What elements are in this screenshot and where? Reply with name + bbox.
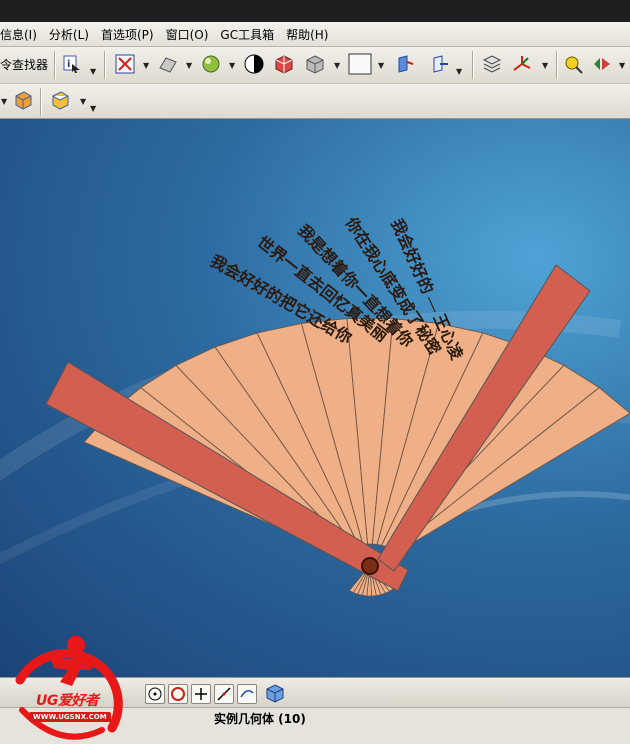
menu-bar: 信息(I) 分析(L) 首选项(P) 窗口(O) GC工具箱 帮助(H)	[0, 22, 630, 47]
clip-plane-icon[interactable]	[430, 54, 450, 74]
selection-arrows-icon[interactable]	[592, 54, 612, 74]
info-query-icon[interactable]: i	[62, 54, 82, 74]
chevron-down-icon[interactable]: ▼	[186, 61, 192, 70]
section-view-icon[interactable]	[395, 54, 415, 74]
chevron-down-icon[interactable]: ▼	[90, 104, 96, 113]
toolbar-separator	[104, 51, 106, 79]
toolbar-separator	[472, 51, 474, 79]
ugsnx-logo-icon	[15, 636, 123, 740]
snap-point-icon[interactable]	[191, 684, 211, 704]
background-color-icon[interactable]	[348, 53, 372, 75]
fan-pivot-rivet	[361, 557, 379, 575]
menu-info[interactable]: 信息(I)	[0, 26, 44, 43]
menu-analysis[interactable]: 分析(L)	[44, 26, 96, 43]
chevron-down-icon[interactable]: ▼	[143, 61, 149, 70]
chevron-down-icon[interactable]: ▼	[80, 97, 86, 106]
fit-view-icon[interactable]	[115, 54, 135, 74]
solid-cube-icon[interactable]	[265, 683, 285, 703]
menu-help[interactable]: 帮助(H)	[281, 26, 335, 43]
graphics-viewport[interactable]: 我会好好的 — 王心凌 你在我心底变成了秘密 我是想着你一直想着你 世界一直去回…	[0, 119, 630, 677]
toolbar-separator	[54, 51, 56, 79]
shaded-cube-icon[interactable]	[274, 54, 294, 74]
chevron-down-icon[interactable]: ▼	[456, 67, 462, 76]
chevron-down-icon[interactable]: ▼	[334, 61, 340, 70]
wcs-axes-icon[interactable]	[512, 54, 532, 74]
command-finder-button[interactable]: 令查找器	[0, 56, 48, 73]
block-feature-icon[interactable]	[13, 90, 33, 110]
render-sphere-icon[interactable]	[201, 54, 221, 74]
svg-text:i: i	[67, 59, 70, 70]
chevron-down-icon[interactable]: ▼	[378, 61, 384, 70]
fan-model: 我会好好的 — 王心凌 你在我心底变成了秘密 我是想着你一直想着你 世界一直去回…	[0, 213, 630, 597]
snap-surface-icon[interactable]	[237, 684, 257, 704]
chevron-down-icon[interactable]: ▼	[229, 61, 235, 70]
main-toolbar: 令查找器 i ▼ ▼ ▼ ▼ ▼ ▼ ▼ ▼ ▼	[0, 47, 630, 84]
menu-window[interactable]: 窗口(O)	[161, 26, 216, 43]
layer-stack-icon[interactable]	[482, 54, 502, 74]
contrast-icon[interactable]	[244, 54, 264, 74]
snap-quadrant-icon[interactable]	[168, 684, 188, 704]
wireframe-cube-icon[interactable]	[305, 54, 325, 74]
toolbar-separator	[40, 88, 42, 116]
ugsnx-logo-url: WWW.UGSNX.COM	[29, 712, 111, 722]
menu-preferences[interactable]: 首选项(P)	[96, 26, 161, 43]
ugsnx-logo-text: UG爱好者	[36, 693, 99, 709]
chevron-down-icon[interactable]: ▼	[90, 67, 96, 76]
snap-point-icon[interactable]	[564, 54, 584, 74]
snap-curve-icon[interactable]	[214, 684, 234, 704]
chevron-down-icon[interactable]: ▼	[1, 97, 7, 106]
toolbar-separator	[556, 51, 558, 79]
menu-gc-toolbox[interactable]: GC工具箱	[215, 26, 281, 43]
title-bar	[0, 0, 630, 22]
solid-box-icon[interactable]	[50, 90, 70, 110]
chevron-down-icon[interactable]: ▼	[542, 61, 548, 70]
shaded-face-icon[interactable]	[158, 54, 178, 74]
chevron-down-icon[interactable]: ▼	[619, 61, 625, 70]
status-text: 实例几何体 (10)	[214, 712, 306, 726]
secondary-toolbar: ▼ ▼ ▼	[0, 84, 630, 119]
